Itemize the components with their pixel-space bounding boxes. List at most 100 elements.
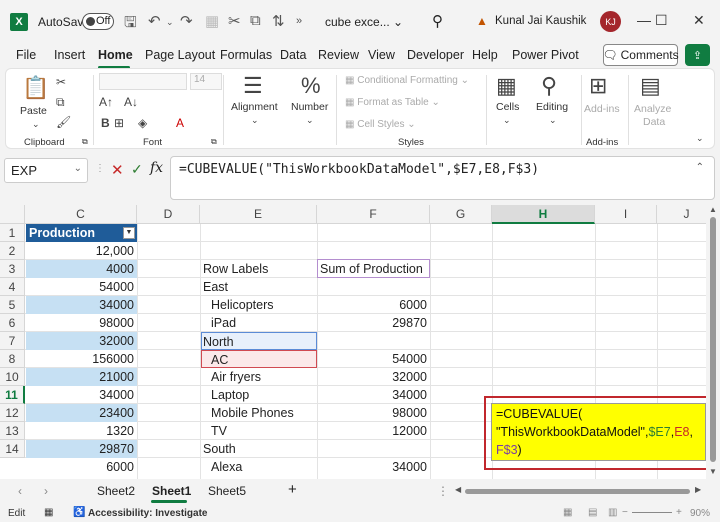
- page-layout-view-icon[interactable]: ▤: [588, 507, 597, 518]
- zoom-slider[interactable]: [632, 512, 672, 513]
- horizontal-scrollbar[interactable]: ◀ ▶: [455, 485, 705, 495]
- table-cell[interactable]: 12,000: [26, 242, 137, 260]
- sort-icon[interactable]: ⇅: [272, 12, 285, 30]
- formula-input[interactable]: =CUBEVALUE("ThisWorkbookDataModel",$E7,E…: [170, 156, 715, 200]
- scroll-up-icon[interactable]: ▲: [709, 205, 717, 214]
- font-size-box[interactable]: 14: [190, 73, 222, 90]
- table-header-production[interactable]: Production ▼: [26, 224, 137, 242]
- font-grow-icon[interactable]: A↑: [99, 95, 113, 109]
- customize-toolbar-icon[interactable]: »: [296, 15, 302, 27]
- table-cell[interactable]: 34000: [26, 386, 137, 404]
- select-all-corner[interactable]: [0, 205, 25, 224]
- copy-icon[interactable]: ⧉: [250, 12, 261, 29]
- paste-dropdown-icon[interactable]: ⌄: [32, 119, 40, 130]
- row-header-10[interactable]: 10: [0, 368, 25, 386]
- tab-developer[interactable]: Developer: [407, 48, 464, 62]
- pivot-row-label[interactable]: TV: [211, 422, 317, 440]
- table-cell[interactable]: 4000: [26, 260, 137, 278]
- tab-file[interactable]: File: [16, 48, 36, 62]
- analyze-data-label-2[interactable]: Data: [643, 116, 665, 128]
- more-options-icon[interactable]: ⋮: [437, 484, 449, 498]
- cancel-icon[interactable]: ✕: [111, 161, 124, 179]
- paste-label[interactable]: Paste: [20, 105, 47, 117]
- horizontal-scroll-thumb[interactable]: [465, 489, 690, 494]
- table-cell[interactable]: 23400: [26, 404, 137, 422]
- row-header-3[interactable]: 3: [0, 260, 25, 278]
- tab-scroll-left-icon[interactable]: ‹: [18, 484, 22, 498]
- table-cell[interactable]: 6000: [26, 458, 137, 476]
- editing-label[interactable]: Editing: [536, 101, 568, 113]
- scroll-right-icon[interactable]: ▶: [695, 485, 701, 494]
- conditional-formatting-button[interactable]: ▦ Conditional Formatting ⌄: [345, 75, 469, 86]
- addins-label[interactable]: Add-ins: [584, 103, 620, 115]
- analyze-data-label-1[interactable]: Analyze: [634, 103, 671, 115]
- pivot-row-value[interactable]: 54000: [317, 350, 430, 368]
- chevron-down-icon[interactable]: ⌄: [74, 163, 82, 174]
- document-title[interactable]: cube exce... ⌄: [325, 15, 403, 29]
- table-cell[interactable]: 54000: [26, 278, 137, 296]
- tab-help[interactable]: Help: [472, 48, 498, 62]
- normal-view-icon[interactable]: ▦: [563, 507, 572, 518]
- column-header-i[interactable]: I: [595, 205, 657, 224]
- row-header-14[interactable]: 14: [0, 440, 25, 458]
- pivot-row-value[interactable]: 98000: [317, 404, 430, 422]
- undo-icon[interactable]: ↶: [148, 12, 161, 30]
- pivot-row-value[interactable]: 29870: [317, 314, 430, 332]
- row-header-11[interactable]: 11: [0, 386, 25, 404]
- table-cell[interactable]: 29870: [26, 440, 137, 458]
- clipboard-launcher-icon[interactable]: ⧉: [82, 137, 88, 147]
- pivot-row-label-selected-e8[interactable]: AC: [201, 350, 317, 368]
- tab-scroll-right-icon[interactable]: ›: [44, 484, 48, 498]
- minimize-icon[interactable]: —: [637, 12, 651, 28]
- table-cell[interactable]: 98000: [26, 314, 137, 332]
- fill-color-icon[interactable]: ◈: [138, 116, 147, 130]
- enter-icon[interactable]: ✓: [131, 161, 143, 178]
- font-launcher-icon[interactable]: ⧉: [211, 137, 217, 147]
- row-header-6[interactable]: 6: [0, 314, 25, 332]
- chevron-up-icon[interactable]: ⌃: [696, 162, 704, 173]
- pivot-row-value[interactable]: 32000: [317, 368, 430, 386]
- save-icon[interactable]: 🖫: [124, 12, 137, 37]
- column-header-e[interactable]: E: [200, 205, 317, 224]
- format-as-table-button[interactable]: ▦ Format as Table ⌄: [345, 97, 440, 108]
- page-break-view-icon[interactable]: ▥: [608, 507, 617, 518]
- column-header-d[interactable]: D: [137, 205, 200, 224]
- row-header-1[interactable]: 1: [0, 224, 25, 242]
- scroll-down-icon[interactable]: ▼: [709, 467, 717, 476]
- table-cell[interactable]: 32000: [26, 332, 137, 350]
- column-header-c[interactable]: C: [25, 205, 137, 224]
- borders-icon[interactable]: ⊞: [114, 116, 124, 130]
- accessibility-icon[interactable]: ♿: [73, 507, 85, 518]
- sheet-tab-sheet2[interactable]: Sheet2: [97, 484, 135, 498]
- filter-dropdown-icon[interactable]: ▼: [123, 227, 135, 239]
- cells-label[interactable]: Cells: [496, 101, 519, 113]
- zoom-level[interactable]: 90%: [690, 508, 710, 519]
- row-header-5[interactable]: 5: [0, 296, 25, 314]
- zoom-out-icon[interactable]: −: [622, 507, 628, 518]
- tab-home[interactable]: Home: [98, 48, 133, 62]
- column-header-g[interactable]: G: [430, 205, 492, 224]
- addins-icon[interactable]: ⊞: [589, 73, 607, 99]
- percent-icon[interactable]: %: [301, 73, 321, 99]
- number-dropdown-icon[interactable]: ⌄: [306, 115, 314, 126]
- column-header-f[interactable]: F: [317, 205, 430, 224]
- paste-icon[interactable]: 📋: [22, 75, 49, 101]
- column-header-h[interactable]: H: [492, 205, 595, 224]
- pivot-row-label[interactable]: South: [203, 440, 317, 458]
- sheet-tab-sheet5[interactable]: Sheet5: [208, 484, 246, 498]
- tab-data[interactable]: Data: [280, 48, 306, 62]
- collapse-ribbon-icon[interactable]: ⌄: [696, 133, 704, 144]
- comments-button[interactable]: 🗨 Comments: [602, 44, 679, 66]
- tab-formulas[interactable]: Formulas: [220, 48, 272, 62]
- workbook-statistics-icon[interactable]: ▦: [44, 507, 53, 518]
- table-cell[interactable]: 34000: [26, 296, 137, 314]
- vertical-scroll-thumb[interactable]: [710, 217, 716, 462]
- search-icon[interactable]: ⚲: [432, 12, 443, 30]
- number-label[interactable]: Number: [291, 101, 328, 113]
- undo-dropdown-icon[interactable]: ⌄: [166, 17, 174, 28]
- pivot-row-label[interactable]: iPad: [211, 314, 317, 332]
- cut-icon[interactable]: ✂: [56, 75, 66, 89]
- redo-icon[interactable]: ↷: [180, 12, 193, 30]
- pivot-row-labels-header[interactable]: Row Labels: [203, 260, 317, 278]
- scroll-left-icon[interactable]: ◀: [455, 485, 461, 494]
